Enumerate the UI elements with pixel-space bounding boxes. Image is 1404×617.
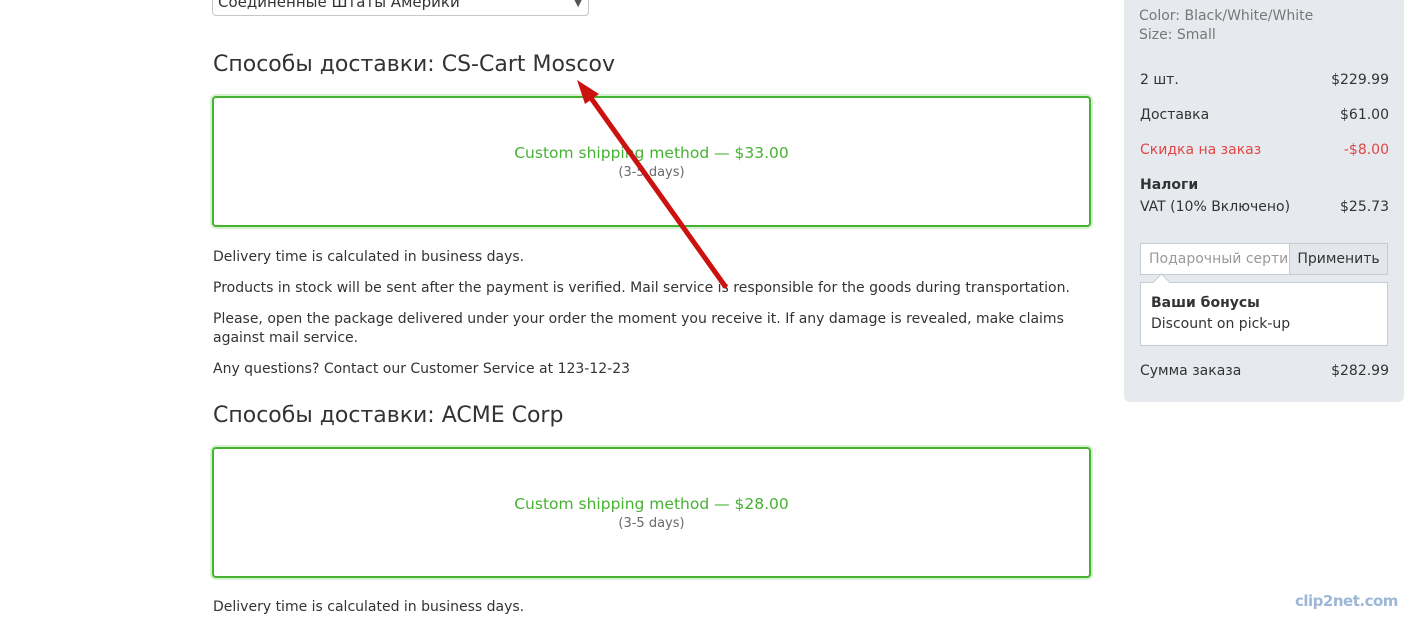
order-total-value: $282.99 — [1331, 363, 1389, 379]
summary-shipping-label: Доставка — [1140, 107, 1210, 123]
summary-items-label: 2 шт. — [1140, 72, 1179, 88]
summary-shipping-value: $61.00 — [1340, 107, 1389, 123]
tax-label: VAT (10% Включено) — [1140, 199, 1291, 215]
shipping-section-title: Способы доставки: CS-Cart Moscov — [213, 52, 615, 77]
shipping-info-text: Delivery time is calculated in business … — [213, 599, 525, 615]
product-option: Color: Black/White/White — [1139, 8, 1314, 24]
shipping-info-text: Products in stock will be sent after the… — [213, 280, 1070, 296]
gift-certificate-input[interactable] — [1140, 243, 1289, 275]
shipping-method-time: (3-5 days) — [618, 165, 685, 180]
shipping-method-time: (3-5 days) — [618, 516, 685, 531]
shipping-method-label: Custom shipping method — $33.00 — [514, 144, 789, 162]
summary-discount-value: -$8.00 — [1343, 142, 1389, 158]
summary-discount-label: Скидка на заказ — [1140, 142, 1262, 158]
order-total-label: Сумма заказа — [1140, 363, 1242, 379]
tax-value: $25.73 — [1340, 199, 1389, 215]
country-select[interactable]: Соединенные Штаты Америки ▼ — [212, 0, 589, 16]
summary-items-value: $229.99 — [1331, 72, 1389, 88]
chevron-down-icon: ▼ — [574, 0, 582, 9]
shipping-info-text: Delivery time is calculated in business … — [213, 249, 525, 265]
shipping-info-text: Any questions? Contact our Customer Serv… — [213, 361, 631, 377]
shipping-method-option[interactable]: Custom shipping method — $28.00 (3-5 day… — [212, 447, 1091, 578]
watermark-logo: clip2net.com — [1295, 592, 1398, 610]
shipping-method-option[interactable]: Custom shipping method — $33.00 (3-5 day… — [212, 96, 1091, 227]
product-option: Size: Small — [1139, 27, 1216, 43]
taxes-title: Налоги — [1140, 177, 1199, 193]
apply-button[interactable]: Применить — [1289, 243, 1388, 275]
country-value: Соединенные Штаты Америки — [218, 0, 460, 11]
shipping-info-text: Please, open the package delivered under… — [213, 311, 1064, 346]
bonus-item: Discount on pick-up — [1151, 316, 1291, 332]
shipping-section-title: Способы доставки: ACME Corp — [213, 403, 564, 428]
bonus-title: Ваши бонусы — [1151, 295, 1260, 311]
bonus-box: Ваши бонусы Discount on pick-up — [1140, 273, 1388, 346]
shipping-method-label: Custom shipping method — $28.00 — [514, 495, 789, 513]
